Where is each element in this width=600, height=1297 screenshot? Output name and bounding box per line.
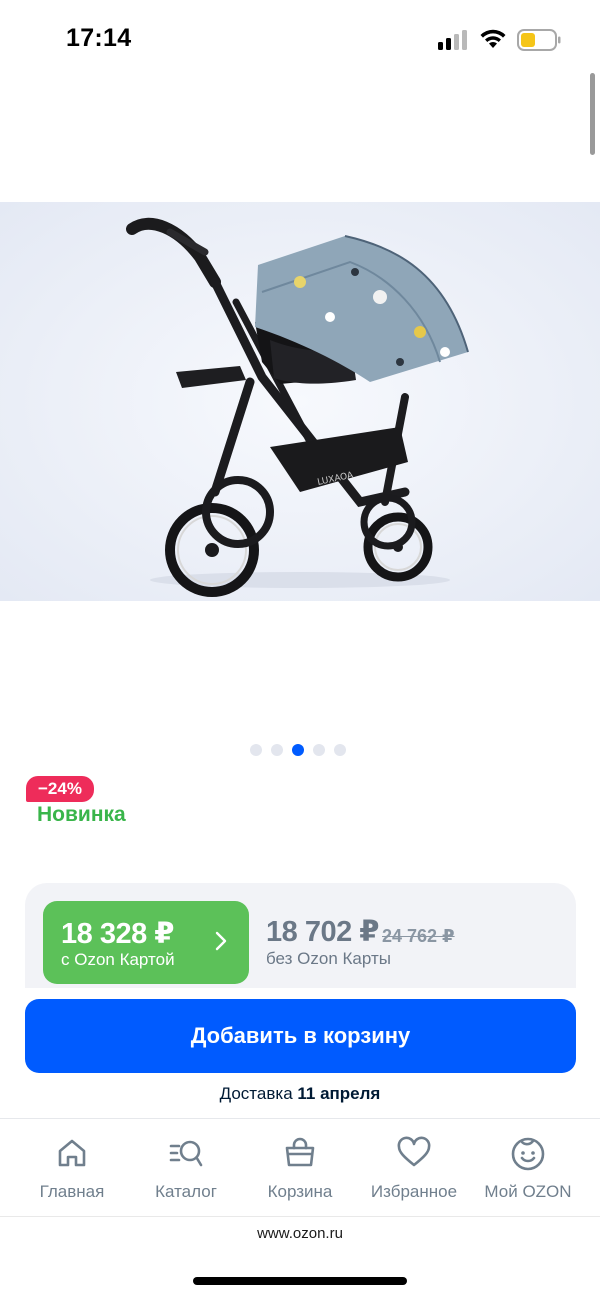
delivery-date: 11 апреля: [297, 1084, 381, 1103]
browser-url-bar[interactable]: www.ozon.ru: [0, 1216, 600, 1252]
cart-icon: [285, 1137, 315, 1167]
wifi-icon: [480, 29, 506, 48]
heart-icon: [397, 1136, 431, 1167]
regular-price-caption: без Ozon Карты: [266, 949, 391, 968]
gallery-dot[interactable]: [271, 744, 283, 756]
nav-label-cart: Корзина: [267, 1182, 333, 1201]
ozon-card-price-button[interactable]: 18 328 ₽ с Ozon Картой: [43, 901, 249, 984]
nav-item-catalog[interactable]: Каталог: [126, 1119, 246, 1217]
chevron-right-icon: [215, 931, 227, 951]
old-price: 24 762 ₽: [382, 926, 455, 946]
gallery-dot[interactable]: [334, 744, 346, 756]
nav-label-favorites: Избранное: [370, 1182, 458, 1201]
gallery-dot[interactable]: [250, 744, 262, 756]
nav-item-cart[interactable]: Корзина: [240, 1119, 360, 1217]
home-indicator[interactable]: [193, 1277, 407, 1285]
delivery-info: Доставка 11 апреля: [0, 1084, 600, 1104]
new-product-label: Новинка: [37, 803, 126, 826]
product-gallery[interactable]: LUXAOA: [0, 202, 600, 601]
nav-item-profile[interactable]: Мой OZON: [468, 1119, 588, 1217]
nav-item-favorites[interactable]: Избранное: [354, 1119, 474, 1217]
cellular-signal-icon: [438, 30, 468, 50]
gallery-dot[interactable]: [313, 744, 325, 756]
ozon-card-price-amount: 18 328 ₽: [61, 918, 174, 950]
nav-label-catalog: Каталог: [155, 1182, 217, 1201]
nav-label-home: Главная: [39, 1182, 105, 1201]
regular-price: 18 702 ₽: [266, 916, 379, 948]
stroller-image: LUXAOA: [0, 202, 600, 601]
discount-badge: −24%: [26, 776, 94, 802]
nav-label-profile: Мой OZON: [484, 1182, 572, 1201]
ozon-card-price-caption: с Ozon Картой: [61, 950, 175, 969]
gallery-dot-active[interactable]: [292, 744, 304, 756]
add-to-cart-button[interactable]: Добавить в корзину: [25, 999, 576, 1073]
gallery-pagination[interactable]: [250, 744, 346, 756]
status-bar: 17:14: [0, 0, 600, 80]
bottom-navigation: Главная Каталог Корзина Избранное Мой OZ…: [0, 1118, 600, 1216]
nav-item-home[interactable]: Главная: [12, 1119, 132, 1217]
delivery-prefix: Доставка: [219, 1084, 298, 1103]
profile-smile-icon: [511, 1137, 545, 1171]
scroll-indicator[interactable]: [590, 73, 595, 155]
home-icon: [58, 1139, 86, 1167]
status-time: 17:14: [66, 24, 132, 52]
catalog-search-icon: [169, 1140, 203, 1167]
battery-icon: [517, 29, 561, 51]
